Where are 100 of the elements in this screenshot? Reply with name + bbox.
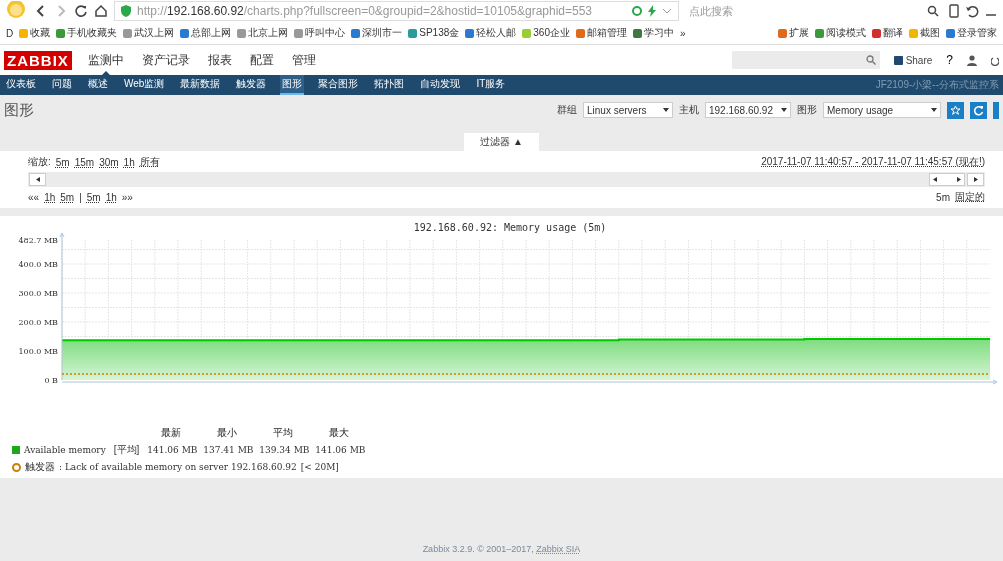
fixed-link[interactable]: 固定的 <box>955 190 985 204</box>
nav-tab[interactable]: 问题 <box>50 75 74 95</box>
extension-icon <box>946 28 955 38</box>
zoom-link[interactable]: 5m <box>55 156 70 168</box>
bookmark[interactable]: 北京上网 <box>237 26 289 40</box>
bookmark[interactable]: 学习中 <box>632 26 674 40</box>
help-button[interactable]: ? <box>946 53 953 67</box>
bookmark-icon <box>465 28 475 38</box>
bookmark[interactable]: 手机收藏夹 <box>56 26 118 40</box>
period-link[interactable]: »» <box>121 191 133 203</box>
dropdown[interactable]: Linux servers <box>583 102 673 118</box>
search-field[interactable] <box>731 51 880 69</box>
address-bar[interactable]: http://192.168.60.92/charts.php?fullscreen=0&groupid=2&hostid=10105&graphid=553 <box>114 1 679 21</box>
field-label: 群组 <box>557 103 577 117</box>
bookmark[interactable]: 呼叫中心 <box>294 26 346 40</box>
bookmark[interactable]: 总部上网 <box>180 26 232 40</box>
period-link[interactable]: 5m <box>60 191 75 203</box>
nav-tab[interactable]: 仪表板 <box>4 75 38 95</box>
bookmark-icon <box>408 28 418 38</box>
home-icon[interactable] <box>94 4 108 18</box>
star-icon <box>950 104 961 116</box>
y-tick-label: 100.0 MB <box>18 347 58 356</box>
period-link[interactable]: | <box>79 191 82 203</box>
bookmark-icon <box>575 28 585 38</box>
period-label: 5m <box>936 191 950 203</box>
server-name: JF2109-小梁--分布式监控系 <box>875 78 999 92</box>
bookmark[interactable]: SP138金 <box>408 26 460 40</box>
bookmark-icon <box>19 28 29 38</box>
nav-tab[interactable]: 触发器 <box>234 75 269 95</box>
nav-tab[interactable]: 图形 <box>280 75 305 95</box>
nav-tab[interactable]: IT服务 <box>474 75 508 95</box>
y-tick-label: 0 B <box>44 376 58 385</box>
nav-tab[interactable]: 概述 <box>86 75 110 95</box>
favourite-button[interactable] <box>947 101 964 119</box>
column-header: 最小 <box>216 426 239 440</box>
caret-icon <box>781 108 787 112</box>
scroll-left-button[interactable] <box>29 173 46 186</box>
shield-icon <box>121 5 131 17</box>
menu-tab[interactable]: 报表 <box>205 45 234 75</box>
reload-icon[interactable] <box>74 4 88 18</box>
filter-tab[interactable]: 过滤器 ▲ <box>464 133 539 151</box>
nav-tab[interactable]: 最新数据 <box>178 75 223 95</box>
period-link[interactable]: 5m <box>86 191 101 203</box>
share-button[interactable]: Share <box>893 54 933 66</box>
undo-icon[interactable] <box>965 4 979 18</box>
dropdown[interactable]: 192.168.60.92 <box>705 102 791 118</box>
nav-tab[interactable]: Web监测 <box>122 75 167 95</box>
zoom-link[interactable]: 15m <box>74 156 95 168</box>
bookmark[interactable]: 邮箱管理 <box>575 26 627 40</box>
scroll-right-button[interactable] <box>967 173 984 186</box>
menu-tab[interactable]: 管理 <box>289 45 318 75</box>
extension-button[interactable]: 翻译 <box>872 26 903 40</box>
bookmark[interactable]: 轻松人邮 <box>465 26 517 40</box>
zoom-link[interactable]: 30m <box>99 156 119 168</box>
refresh-icon <box>973 104 984 116</box>
scroll-handle[interactable] <box>929 173 965 186</box>
bookmark[interactable]: 收藏 <box>19 26 51 40</box>
menu-tab[interactable]: 监测中 <box>85 45 126 75</box>
timeline-scrollbar[interactable] <box>28 172 985 187</box>
bookmark[interactable]: 武汉上网 <box>123 26 175 40</box>
more-bookmarks[interactable]: » <box>679 27 686 39</box>
column-header: 最新 <box>160 426 183 440</box>
extension-button[interactable]: 扩展 <box>778 26 809 40</box>
zabbix-logo[interactable]: ZABBIX <box>4 50 72 70</box>
page-title: 图形 <box>4 100 34 120</box>
nav-tab[interactable]: 拓扑图 <box>372 75 407 95</box>
fullscreen-button[interactable] <box>993 101 999 119</box>
refresh-icon <box>632 6 642 16</box>
legend-value: 141.06 MB <box>315 445 364 455</box>
legend-name: Available memory <box>24 445 106 455</box>
bookmark-icon <box>237 28 247 38</box>
dropdown[interactable]: Memory usage <box>823 102 941 118</box>
y-tick-label: 200.0 MB <box>18 318 58 327</box>
extension-button[interactable]: 登录管家 <box>946 26 997 40</box>
period-link[interactable]: 1h <box>105 191 117 203</box>
extension-button[interactable]: 阅读模式 <box>815 26 866 40</box>
time-range: 2017-11-07 11:40:57 - 2017-11-07 11:45:57 (现在!) <box>761 155 985 169</box>
trigger-condition: [< 20M] <box>300 462 339 472</box>
extension-icon <box>778 28 787 38</box>
refresh-button[interactable] <box>970 101 987 119</box>
arrow-left-icon <box>34 176 41 183</box>
period-link[interactable]: «« <box>28 191 40 203</box>
bookmark[interactable]: 360企业 <box>522 26 570 40</box>
extension-icon <box>872 28 881 38</box>
search-icon[interactable] <box>927 5 939 17</box>
period-link[interactable]: 1h <box>44 191 56 203</box>
user-icon[interactable] <box>967 54 977 66</box>
nav-tab[interactable]: 聚合图形 <box>316 75 361 95</box>
y-tick-label: 482.7 MB <box>18 236 58 245</box>
menu-tab[interactable]: 资产记录 <box>139 45 192 75</box>
zoom-link[interactable]: 所有 <box>139 155 160 169</box>
function-label: [平均] <box>113 443 140 457</box>
extension-button[interactable]: 截图 <box>909 26 940 40</box>
menu-tab[interactable]: 配置 <box>247 45 276 75</box>
nav-tab[interactable]: 自动发现 <box>418 75 463 95</box>
zoom-link[interactable]: 1h <box>123 156 135 168</box>
bookmark-icon <box>123 28 133 38</box>
bookmark[interactable]: 深圳市一 <box>351 26 403 40</box>
phone-icon[interactable] <box>949 4 959 18</box>
legend-value: 141.06 MB <box>147 445 196 455</box>
